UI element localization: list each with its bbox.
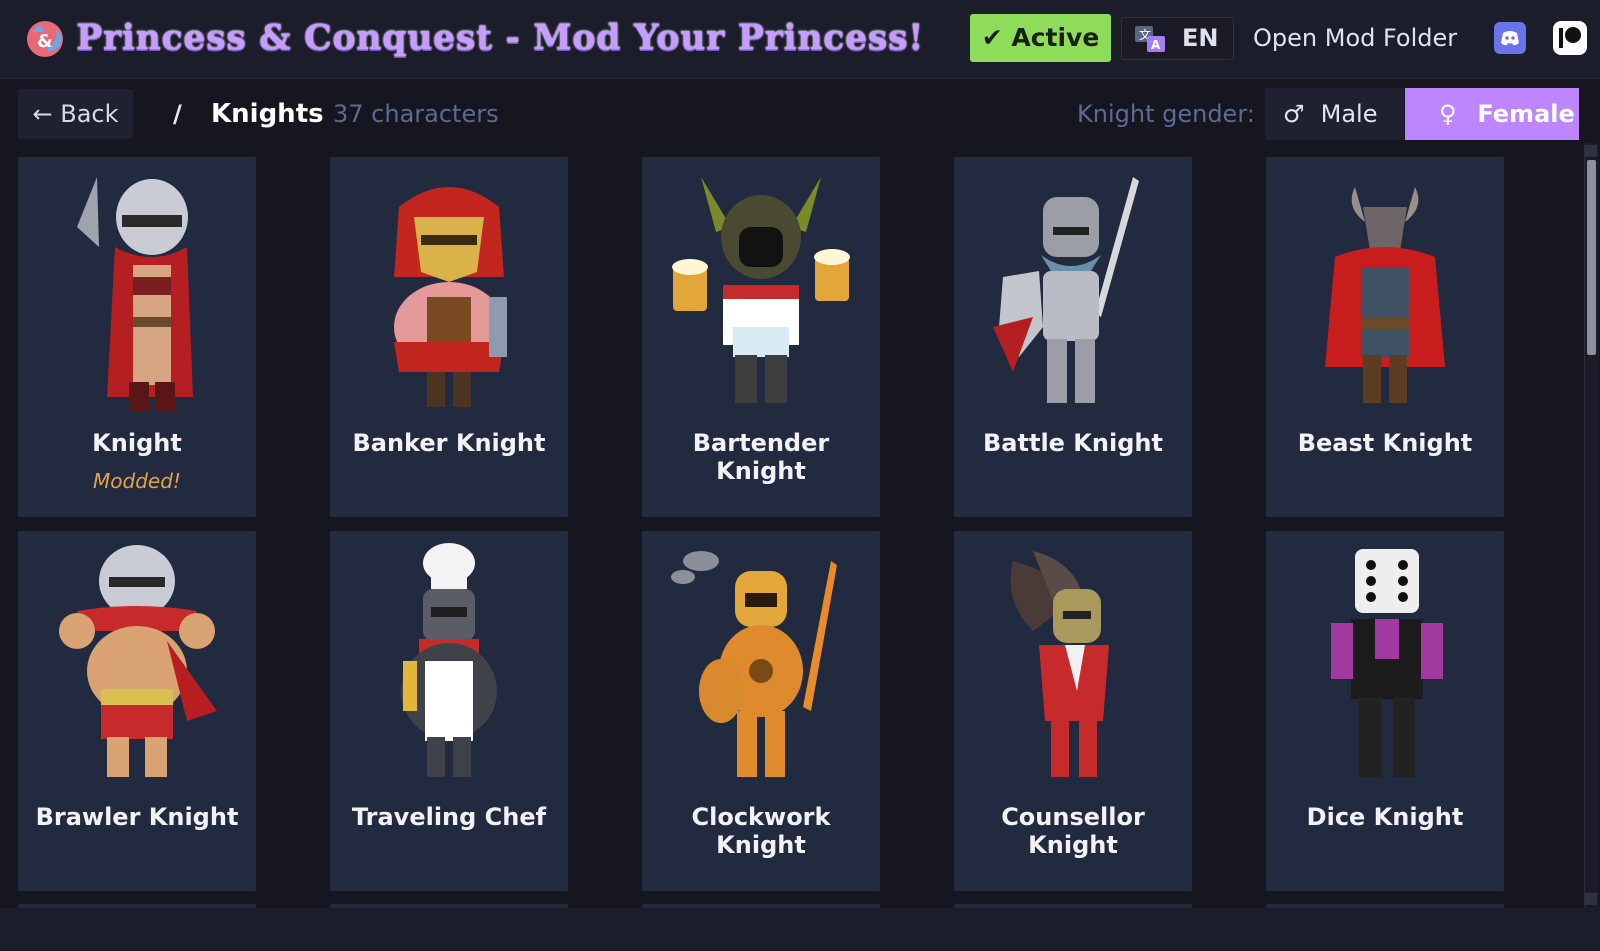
gender-female-label: Female (1477, 100, 1575, 128)
dice-knight-portrait-icon (1331, 549, 1443, 777)
character-name: Bartender Knight (692, 429, 830, 485)
svg-text:&: & (37, 31, 53, 52)
svg-text:A: A (1151, 38, 1161, 52)
character-card[interactable]: Counsellor Knight (954, 531, 1192, 891)
character-card[interactable]: Knight Modded! (18, 157, 256, 517)
knight-portrait-icon (77, 177, 193, 412)
character-name: Counsellor Knight (1001, 803, 1145, 859)
footer-bar (0, 908, 1600, 951)
banker-knight-portrait-icon (394, 187, 507, 407)
breadcrumb-separator: / (173, 100, 182, 128)
top-bar: & Princess & Conquest - Mod Your Princes… (0, 0, 1600, 79)
category-title: Knights (211, 99, 324, 129)
scrollbar-thumb[interactable] (1587, 160, 1596, 355)
character-card[interactable]: Clockwork Knight (642, 531, 880, 891)
app-title: Princess & Conquest - Mod Your Princess! (76, 17, 925, 58)
character-card[interactable]: Dice Knight (1266, 531, 1504, 891)
character-name: Battle Knight (983, 429, 1163, 457)
character-name: Clockwork Knight (691, 803, 831, 859)
gender-female-button[interactable]: ♀ Female (1405, 88, 1579, 140)
character-card[interactable]: Beast Knight (1266, 157, 1504, 517)
gender-male-label: Male (1320, 100, 1378, 128)
battle-knight-portrait-icon (993, 177, 1139, 403)
character-count: 37 characters (333, 100, 499, 128)
character-card[interactable]: Brawler Knight (18, 531, 256, 891)
language-selector-button[interactable]: 文 A EN (1121, 17, 1234, 60)
character-name: Traveling Chef (351, 803, 547, 831)
patreon-icon (1559, 27, 1581, 48)
counsellor-knight-portrait-icon (1010, 551, 1109, 777)
discord-button[interactable] (1494, 22, 1526, 54)
character-card[interactable]: Traveling Chef (330, 531, 568, 891)
character-card[interactable]: Bartender Knight (642, 157, 880, 517)
character-name: Beast Knight (1297, 429, 1473, 457)
bartender-knight-portrait-icon (672, 177, 850, 403)
scroll-down-arrow[interactable] (1585, 893, 1597, 905)
app-logo-icon: & (27, 21, 63, 57)
language-label: EN (1182, 24, 1219, 52)
patreon-button[interactable] (1553, 21, 1587, 55)
scroll-up-arrow[interactable] (1585, 145, 1597, 157)
character-name: Banker Knight (352, 429, 546, 457)
brawler-knight-portrait-icon (59, 545, 217, 777)
discord-icon (1501, 31, 1519, 46)
male-icon: ♂ (1283, 100, 1305, 128)
back-button[interactable]: ← Back (18, 89, 133, 139)
gender-male-button[interactable]: ♂ Male (1265, 88, 1404, 140)
character-card[interactable]: Banker Knight (330, 157, 568, 517)
character-card[interactable]: Battle Knight (954, 157, 1192, 517)
beast-knight-portrait-icon (1325, 187, 1445, 403)
character-name: Dice Knight (1306, 803, 1464, 831)
modded-badge: Modded! (93, 469, 181, 493)
character-name: Brawler Knight (35, 803, 239, 831)
knight-gender-label: Knight gender: (1077, 100, 1255, 128)
traveling-chef-portrait-icon (401, 543, 497, 777)
character-name: Knight (92, 429, 182, 457)
open-mod-folder-button[interactable]: Open Mod Folder (1253, 17, 1457, 60)
translate-icon: 文 A (1135, 26, 1165, 52)
female-icon: ♀ (1439, 100, 1457, 128)
mod-active-toggle-button[interactable]: ✔ Active (970, 14, 1111, 62)
clockwork-knight-portrait-icon (671, 551, 837, 777)
